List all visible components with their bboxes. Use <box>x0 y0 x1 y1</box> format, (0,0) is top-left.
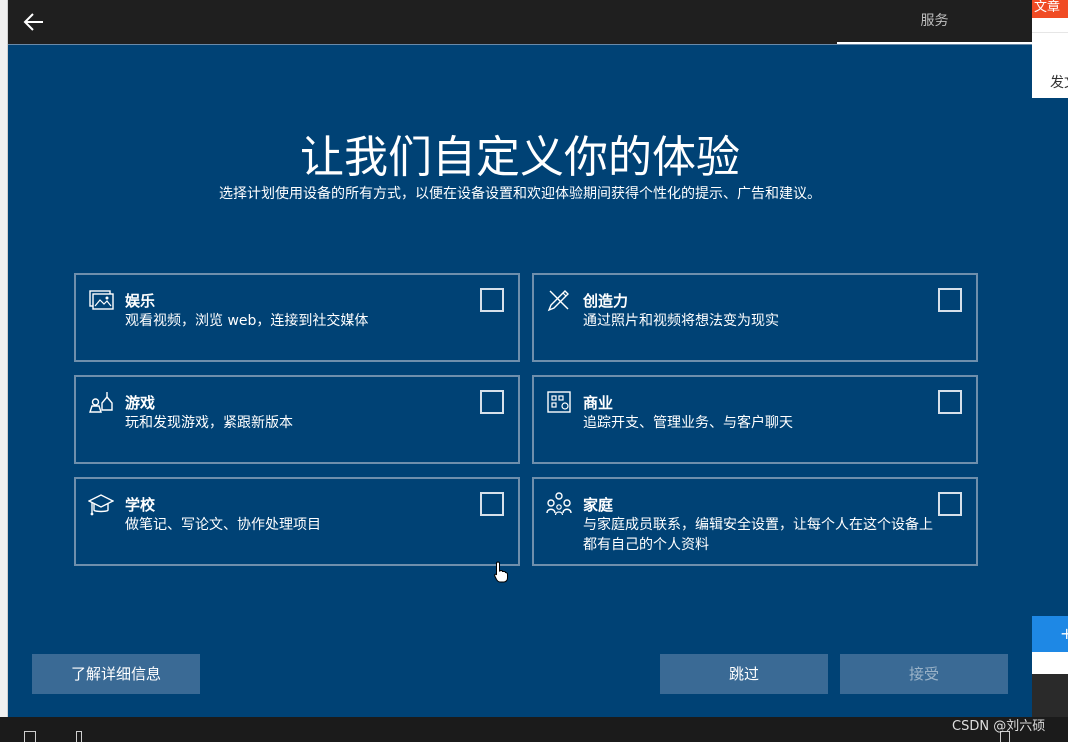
card-school[interactable]: 学校 做笔记、写论文、协作处理项目 <box>74 477 520 566</box>
card-description: 观看视频，浏览 web，连接到社交媒体 <box>125 313 369 329</box>
card-description: 玩和发现游戏，紧跟新版本 <box>125 415 293 431</box>
taskbar-app-icon[interactable] <box>24 731 36 742</box>
card-title: 娱乐 <box>125 292 156 310</box>
skip-button[interactable]: 跳过 <box>660 654 828 694</box>
checkbox-creativity[interactable] <box>938 288 962 312</box>
card-description: 做笔记、写论文、协作处理项目 <box>125 517 321 533</box>
header-red-bar: 文章 <box>1032 0 1068 18</box>
card-title: 家庭 <box>583 496 614 514</box>
back-button[interactable] <box>20 8 48 36</box>
oobe-customize-panel: 让我们自定义你的体验 选择计划使用设备的所有方式，以便在设备设置和欢迎体验期间获… <box>8 44 1032 717</box>
white-strip <box>1032 652 1068 674</box>
card-family[interactable]: 家庭 与家庭成员联系，编辑安全设置，让每个人在这个设备上都有自己的个人资料 <box>532 477 978 566</box>
taskbar-app-icon[interactable] <box>76 731 82 742</box>
business-icon <box>547 391 571 413</box>
page-subtitle: 选择计划使用设备的所有方式，以便在设备设置和欢迎体验期间获得个性化的提示、广告和… <box>219 186 821 202</box>
page-title: 让我们自定义你的体验 <box>300 132 740 183</box>
checkbox-school[interactable] <box>480 492 504 516</box>
card-description: 与家庭成员联系，编辑安全设置，让每个人在这个设备上都有自己的个人资料 <box>583 517 933 553</box>
background-browser-window: 文章 发文 + <box>1032 0 1068 717</box>
hand-cursor-icon <box>494 561 508 583</box>
card-title: 创造力 <box>583 292 629 310</box>
card-title: 商业 <box>583 394 614 412</box>
school-icon <box>88 494 114 516</box>
dark-strip <box>1032 674 1068 717</box>
learn-more-button[interactable]: 了解详细信息 <box>32 654 200 694</box>
publish-label[interactable]: 发文 <box>1050 72 1068 92</box>
entertainment-icon <box>89 290 114 310</box>
tab-services[interactable]: 服务 <box>837 0 1032 44</box>
card-title: 学校 <box>125 496 156 514</box>
taskbar <box>0 717 1068 742</box>
left-window-strip <box>0 0 8 742</box>
card-business[interactable]: 商业 追踪开支、管理业务、与客户聊天 <box>532 375 978 464</box>
blue-content-area <box>1032 98 1068 616</box>
card-title: 游戏 <box>125 394 156 412</box>
back-arrow-icon <box>23 13 43 31</box>
creativity-icon <box>547 290 569 312</box>
checkbox-gaming[interactable] <box>480 390 504 414</box>
card-creativity[interactable]: 创造力 通过照片和视频将想法变为现实 <box>532 273 978 362</box>
card-description: 追踪开支、管理业务、与客户聊天 <box>583 415 793 431</box>
accept-button[interactable]: 接受 <box>840 654 1008 694</box>
gaming-icon <box>89 392 113 413</box>
top-bar: 服务 <box>8 0 1032 44</box>
card-gaming[interactable]: 游戏 玩和发现游戏，紧跟新版本 <box>74 375 520 464</box>
checkbox-business[interactable] <box>938 390 962 414</box>
family-icon <box>546 492 572 516</box>
checkbox-entertainment[interactable] <box>480 288 504 312</box>
plus-button[interactable]: + <box>1032 616 1068 652</box>
card-entertainment[interactable]: 娱乐 观看视频，浏览 web，连接到社交媒体 <box>74 273 520 362</box>
watermark: CSDN @刘六硕 <box>952 719 1046 734</box>
checkbox-family[interactable] <box>938 492 962 516</box>
card-description: 通过照片和视频将想法变为现实 <box>583 313 779 329</box>
